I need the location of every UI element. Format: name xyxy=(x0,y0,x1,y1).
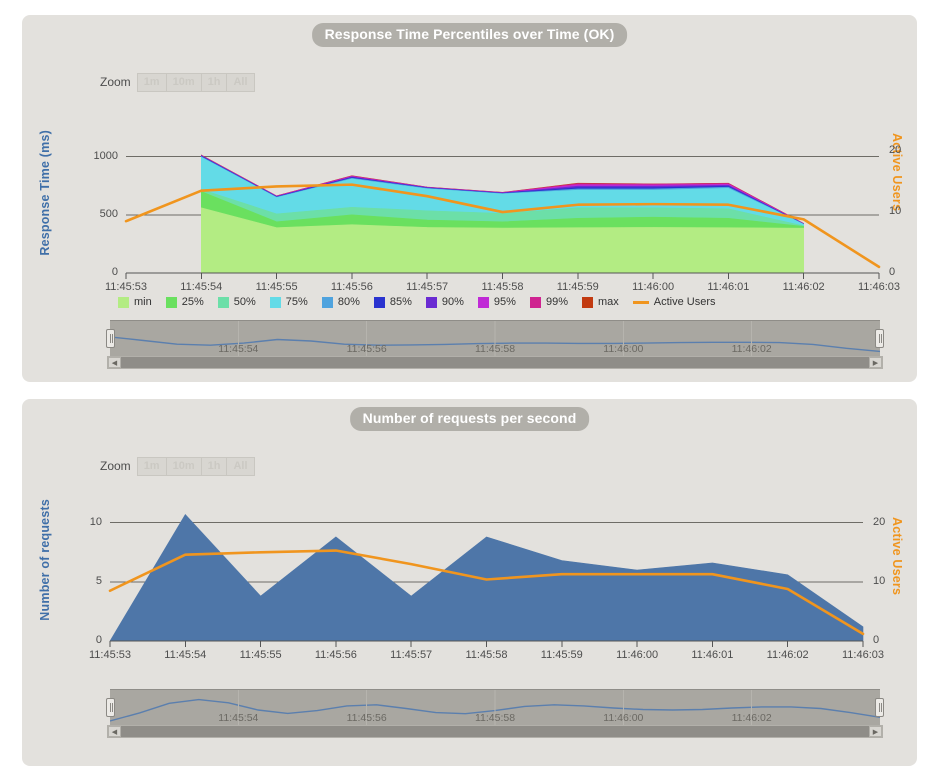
x-tick-label: 11:45:56 xyxy=(314,649,357,661)
x-tick-label: 11:45:53 xyxy=(88,649,131,661)
y-tick-label: 5 xyxy=(95,574,102,587)
navigator-tick-label: 11:46:02 xyxy=(731,712,772,724)
x-tick-label: 11:45:58 xyxy=(465,649,508,661)
y2-tick-label: 0 xyxy=(873,634,880,646)
navigator-tick-label: 11:46:00 xyxy=(603,712,644,724)
y2-axis-title-active-users: Active Users xyxy=(890,517,904,596)
navigator-requests[interactable]: 11:45:54 11:45:56 11:45:58 11:46:00 11:46:02 xyxy=(106,689,884,726)
x-tick-label: 11:45:59 xyxy=(540,649,583,661)
navigator-left-handle[interactable] xyxy=(106,698,115,717)
y2-tick-label: 10 xyxy=(873,574,886,587)
scroll-left-arrow-icon[interactable]: ◀ xyxy=(108,726,121,737)
y-tick-label: 10 xyxy=(89,515,102,528)
chart-panel-requests: Number of requests per second Zoom 1m 10… xyxy=(22,399,917,766)
x-tick-label: 11:46:00 xyxy=(616,649,659,661)
report-page: Response Time Percentiles over Time (OK)… xyxy=(0,0,939,779)
x-tick-label: 11:45:57 xyxy=(390,649,433,661)
navigator-tick-label: 11:45:58 xyxy=(474,712,516,724)
navigator-tick-label: 11:45:56 xyxy=(346,712,387,724)
scrollbar-requests[interactable]: ◀ ▶ xyxy=(107,725,883,738)
scroll-right-arrow-icon[interactable]: ▶ xyxy=(869,726,882,737)
navigator-tick-label: 11:45:54 xyxy=(218,712,259,724)
y2-tick-label: 20 xyxy=(873,515,886,528)
x-tick-label: 11:46:02 xyxy=(766,649,809,661)
scrollbar-track[interactable] xyxy=(121,726,869,737)
x-tick-label: 11:45:55 xyxy=(239,649,282,661)
x-tick-label: 11:45:54 xyxy=(164,649,207,661)
navigator-right-handle[interactable] xyxy=(875,698,884,717)
x-tick-label: 11:46:03 xyxy=(841,649,884,661)
x-tick-label: 11:46:01 xyxy=(691,649,734,661)
y-tick-label: 0 xyxy=(95,634,102,646)
requests-plot-svg xyxy=(108,513,865,647)
